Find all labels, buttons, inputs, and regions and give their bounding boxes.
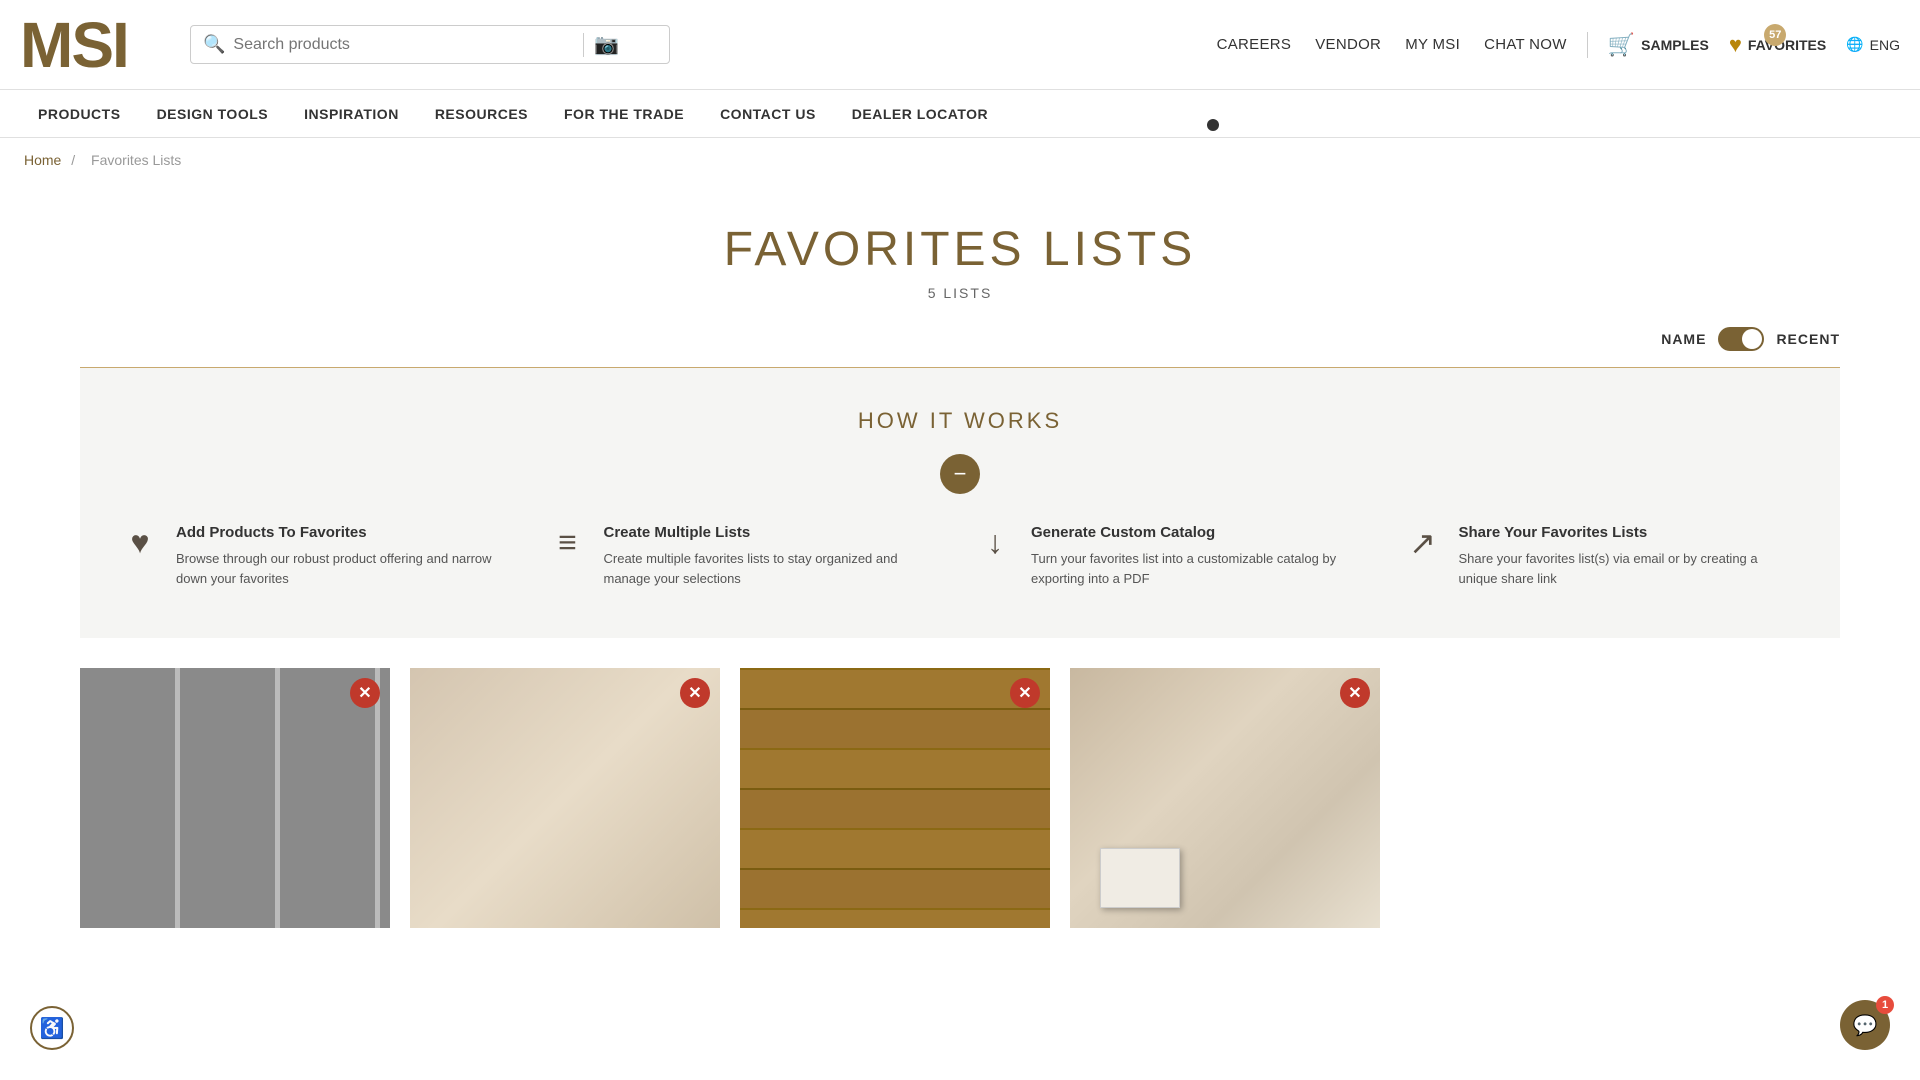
feature-add-favorites: ♥ Add Products To Favorites Browse throu… xyxy=(120,524,518,588)
collapse-button[interactable]: − xyxy=(940,454,980,494)
samples-button[interactable]: 🛒 SAMPLES xyxy=(1608,32,1709,58)
lists-count: 5 LISTS xyxy=(0,285,1920,301)
breadcrumb-home[interactable]: Home xyxy=(24,152,61,168)
feature-catalog-text: Generate Custom Catalog Turn your favori… xyxy=(1031,524,1373,588)
share-feature-icon: ↗ xyxy=(1403,524,1443,562)
product-card-1[interactable]: ✕ xyxy=(80,668,390,928)
nav-chat-now[interactable]: CHAT NOW xyxy=(1484,36,1567,53)
download-feature-icon: ↓ xyxy=(975,524,1015,561)
accessibility-icon: ♿ xyxy=(40,1016,65,1041)
breadcrumb-separator: / xyxy=(71,152,79,168)
feature-generate-catalog: ↓ Generate Custom Catalog Turn your favo… xyxy=(975,524,1373,588)
header-nav: CAREERS VENDOR MY MSI CHAT NOW xyxy=(1217,36,1567,53)
breadcrumb-current: Favorites Lists xyxy=(91,152,181,168)
chat-badge: 1 xyxy=(1876,996,1894,1014)
sort-toggle[interactable] xyxy=(1718,327,1764,351)
toggle-knob xyxy=(1742,329,1762,349)
nav-inspiration[interactable]: INSPIRATION xyxy=(286,90,417,137)
nav-resources[interactable]: RESOURCES xyxy=(417,90,546,137)
features-grid: ♥ Add Products To Favorites Browse throu… xyxy=(120,524,1800,588)
nav-my-msi[interactable]: MY MSI xyxy=(1405,36,1460,53)
header-actions: 🛒 SAMPLES 57 ♥ FAVORITES 🌐 ENG xyxy=(1587,32,1900,58)
sort-recent-label: RECENT xyxy=(1776,331,1840,347)
search-bar[interactable]: 🔍 📷 xyxy=(190,25,670,64)
page-title-section: FAVORITES LISTS 5 LISTS xyxy=(0,182,1920,311)
nav-dealer-locator[interactable]: DEALER LOCATOR xyxy=(834,90,1006,137)
site-logo[interactable]: MSI xyxy=(20,13,150,77)
how-it-works-section: HOW IT WORKS − ♥ Add Products To Favorit… xyxy=(80,368,1840,638)
product-card-3[interactable]: ✕ xyxy=(740,668,1050,928)
nav-design-tools[interactable]: DESIGN TOOLS xyxy=(139,90,287,137)
list-feature-icon: ≡ xyxy=(548,524,588,561)
how-it-works-title: HOW IT WORKS xyxy=(120,408,1800,434)
product-card-4[interactable]: ✕ xyxy=(1070,668,1380,928)
remove-card-1-button[interactable]: ✕ xyxy=(350,678,380,708)
language-selector[interactable]: 🌐 ENG xyxy=(1846,36,1900,53)
page-title: FAVORITES LISTS xyxy=(0,222,1920,277)
sort-name-label: NAME xyxy=(1661,331,1706,347)
remove-card-4-button[interactable]: ✕ xyxy=(1340,678,1370,708)
feature-add-text: Add Products To Favorites Browse through… xyxy=(176,524,518,588)
feature-share-text: Share Your Favorites Lists Share your fa… xyxy=(1459,524,1801,588)
feature-create-lists: ≡ Create Multiple Lists Create multiple … xyxy=(548,524,946,588)
camera-icon[interactable]: 📷 xyxy=(594,32,619,57)
sort-bar: NAME RECENT xyxy=(0,311,1920,367)
heart-feature-icon: ♥ xyxy=(120,524,160,561)
remove-card-3-button[interactable]: ✕ xyxy=(1010,678,1040,708)
accessibility-button[interactable]: ♿ xyxy=(30,1006,74,1050)
search-icon[interactable]: 🔍 xyxy=(203,34,225,55)
cart-icon: 🛒 xyxy=(1608,32,1635,58)
favorites-badge: 57 xyxy=(1764,24,1786,46)
product-card-2[interactable]: ✕ xyxy=(410,668,720,928)
nav-contact-us[interactable]: CONTACT US xyxy=(702,90,834,137)
remove-card-2-button[interactable]: ✕ xyxy=(680,678,710,708)
breadcrumb: Home / Favorites Lists xyxy=(0,138,1920,182)
favorites-button[interactable]: 57 ♥ FAVORITES xyxy=(1729,32,1826,58)
nav-careers[interactable]: CAREERS xyxy=(1217,36,1292,53)
nav-products[interactable]: PRODUCTS xyxy=(20,90,139,137)
heart-icon: ♥ xyxy=(1729,32,1742,58)
search-divider xyxy=(583,33,584,57)
globe-icon: 🌐 xyxy=(1846,36,1863,53)
feature-create-text: Create Multiple Lists Create multiple fa… xyxy=(604,524,946,588)
product-cards-row: ✕ ✕ ✕ ✕ xyxy=(80,668,1840,928)
nav-vendor[interactable]: VENDOR xyxy=(1315,36,1381,53)
chat-widget-button[interactable]: 💬 1 xyxy=(1840,1000,1890,1050)
site-header: MSI 🔍 📷 CAREERS VENDOR MY MSI CHAT NOW 🛒… xyxy=(0,0,1920,90)
main-nav: PRODUCTS DESIGN TOOLS INSPIRATION RESOUR… xyxy=(0,90,1920,138)
search-input[interactable] xyxy=(233,36,573,54)
nav-for-the-trade[interactable]: FOR THE TRADE xyxy=(546,90,702,137)
feature-share-lists: ↗ Share Your Favorites Lists Share your … xyxy=(1403,524,1801,588)
